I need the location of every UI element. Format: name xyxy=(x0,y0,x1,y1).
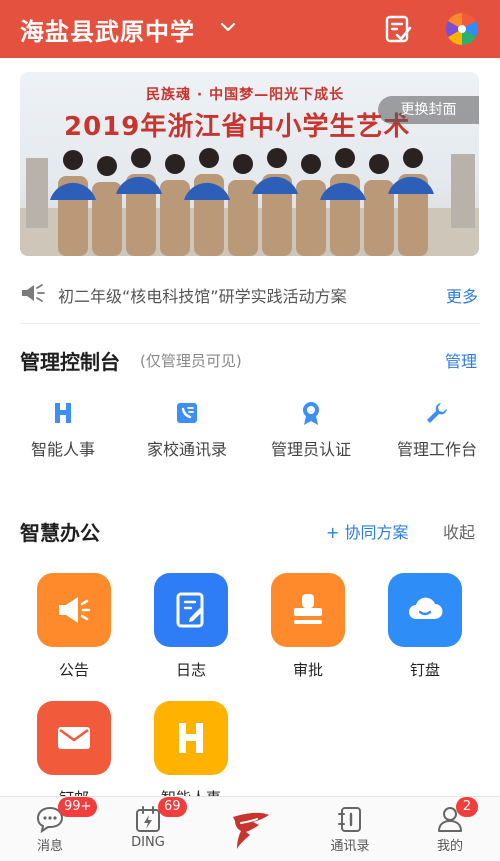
tab-label: 消息 xyxy=(36,839,63,854)
manage-link[interactable]: 管理 xyxy=(445,348,477,372)
speaker-icon xyxy=(22,284,45,302)
app-label: 日志 xyxy=(175,661,206,679)
collab-plan-link[interactable]: + 协同方案 xyxy=(326,519,409,543)
app-label: 钉盘 xyxy=(409,661,440,679)
admin-item-smart-hr[interactable]: 智能人事 xyxy=(8,400,118,462)
app-label: 公告 xyxy=(58,661,89,679)
admin-console-title: 管理控制台 xyxy=(20,350,120,374)
tab-me[interactable]: 我的 2 xyxy=(410,797,490,859)
contacts-icon xyxy=(338,807,361,832)
app-tile[interactable] xyxy=(37,701,111,775)
admin-item-label: 管理工作台 xyxy=(396,440,477,459)
app-label: 审批 xyxy=(292,661,323,679)
admin-item-label: 管理员认证 xyxy=(270,440,351,459)
app-tile[interactable] xyxy=(388,573,462,647)
app-announcement[interactable]: 公告 xyxy=(29,573,119,680)
todo-check-icon[interactable] xyxy=(383,14,413,44)
app-tile[interactable] xyxy=(154,573,228,647)
tab-workbench[interactable] xyxy=(210,801,290,859)
notice-bar[interactable]: 初二年级“核电科技馆”研学实践活动方案 更多 xyxy=(20,280,480,308)
collapse-link[interactable]: 收起 xyxy=(443,519,475,543)
tab-label: 我的 xyxy=(436,839,463,854)
admin-item-label: 智能人事 xyxy=(30,440,95,459)
app-tile[interactable] xyxy=(154,701,228,775)
tab-label: 通讯录 xyxy=(330,839,370,854)
students-photo xyxy=(20,148,479,256)
org-name[interactable]: 海盐县武原中学 xyxy=(20,12,195,47)
top-bar: 海盐县武原中学 xyxy=(0,0,500,58)
unread-badge: 99+ xyxy=(58,797,98,817)
smart-hr-icon xyxy=(55,403,71,423)
tab-contacts[interactable]: 通讯录 xyxy=(310,801,390,859)
notification-badge: 2 xyxy=(456,797,478,817)
app-log[interactable]: 日志 xyxy=(146,573,236,680)
admin-only-note: (仅管理员可见) xyxy=(140,352,242,370)
ding-wing-logo-icon xyxy=(233,812,269,849)
bottom-tab-bar: 消息 99+ DING 69 通讯录 我的 2 xyxy=(0,796,500,861)
chevron-down-icon[interactable] xyxy=(218,17,238,37)
notice-text[interactable]: 初二年级“核电科技馆”研学实践活动方案 xyxy=(58,283,347,307)
ding-badge: 69 xyxy=(158,797,187,817)
tab-ding[interactable]: DING 69 xyxy=(108,797,188,859)
admin-item-admin-cert[interactable]: 管理员认证 xyxy=(256,400,366,462)
tab-label: DING xyxy=(131,835,165,850)
admin-item-contacts[interactable]: 家校通讯录 xyxy=(132,400,242,462)
app-tile[interactable] xyxy=(37,573,111,647)
contacts-book-icon xyxy=(177,403,197,423)
cover-banner[interactable]: 民族魂 · 中国梦—阳光下成长 2019年浙江省中小学生艺术 更换封面 xyxy=(20,72,479,256)
admin-item-label: 家校通讯录 xyxy=(146,440,227,459)
stamp-icon xyxy=(294,594,322,624)
smart-office-title: 智慧办公 xyxy=(20,521,100,545)
tab-messages[interactable]: 消息 99+ xyxy=(10,797,98,859)
app-approval[interactable]: 审批 xyxy=(263,573,353,680)
mail-icon xyxy=(58,727,90,749)
banner-slogan: 民族魂 · 中国梦—阳光下成长 xyxy=(146,87,345,103)
log-edit-icon xyxy=(176,592,204,628)
org-logo-icon[interactable] xyxy=(446,13,478,45)
badge-icon xyxy=(303,402,319,425)
wrench-icon xyxy=(427,403,447,423)
more-link[interactable]: 更多 xyxy=(446,283,478,307)
cloud-icon xyxy=(409,597,443,619)
divider xyxy=(20,323,480,324)
app-mail[interactable]: 钉邮 xyxy=(29,701,119,808)
app-smart-hr[interactable]: 智能人事 xyxy=(146,701,236,808)
app-drive[interactable]: 钉盘 xyxy=(380,573,470,680)
megaphone-icon xyxy=(59,597,91,623)
admin-item-workbench[interactable]: 管理工作台 xyxy=(382,400,492,462)
smart-hr-icon xyxy=(179,723,203,753)
change-cover-button[interactable]: 更换封面 xyxy=(378,96,479,124)
app-tile[interactable] xyxy=(271,573,345,647)
